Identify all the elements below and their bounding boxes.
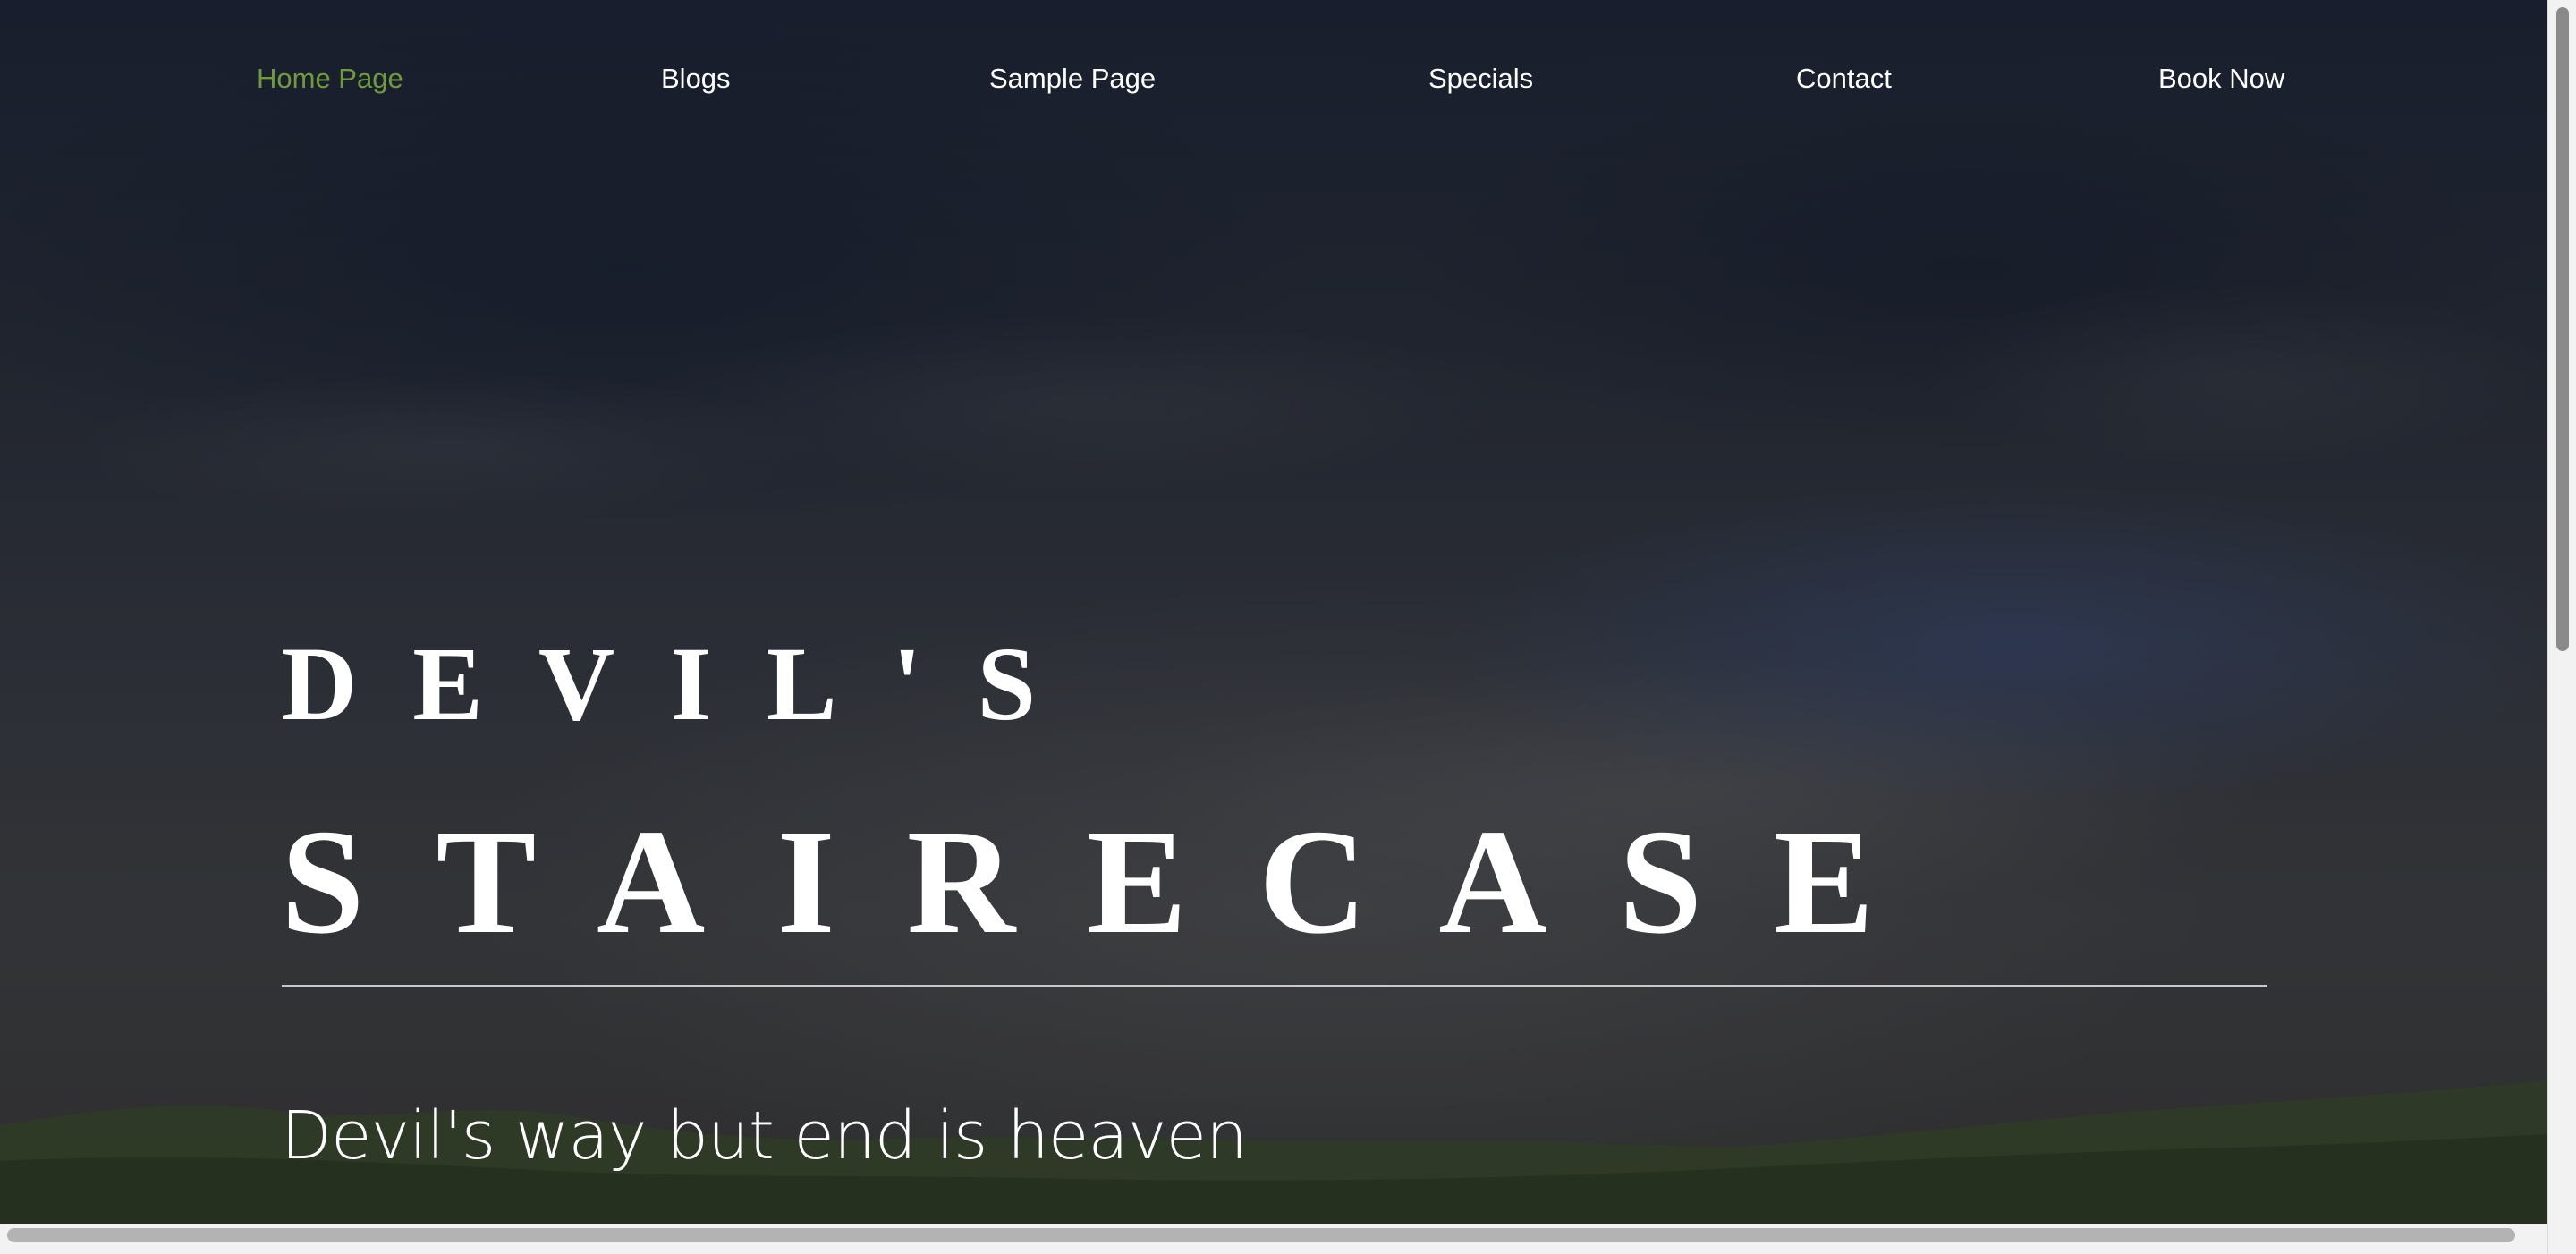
overlay-scrim bbox=[0, 0, 2547, 1224]
hero-divider bbox=[282, 985, 2267, 987]
hero-title-line1: DEVIL'S bbox=[281, 625, 1092, 742]
nav-sample-page[interactable]: Sample Page bbox=[989, 59, 1156, 98]
hero-tagline: Devil's way but end is heaven bbox=[281, 1097, 1248, 1174]
nav-blogs[interactable]: Blogs bbox=[661, 59, 731, 98]
vertical-scrollbar-thumb[interactable] bbox=[2556, 7, 2569, 651]
vertical-scrollbar[interactable] bbox=[2547, 0, 2576, 1254]
nav-book-now[interactable]: Book Now bbox=[2158, 59, 2284, 98]
hero-background: Home Page Blogs Sample Page Specials Con… bbox=[0, 0, 2547, 1224]
horizontal-scrollbar[interactable] bbox=[0, 1224, 2547, 1254]
main-navigation: Home Page Blogs Sample Page Specials Con… bbox=[0, 59, 2547, 98]
hero-title-line2: STAIRECASE bbox=[281, 799, 1946, 965]
nav-specials[interactable]: Specials bbox=[1428, 59, 1533, 98]
nav-home-page[interactable]: Home Page bbox=[257, 59, 403, 98]
nav-contact[interactable]: Contact bbox=[1796, 59, 1892, 98]
horizontal-scrollbar-thumb[interactable] bbox=[7, 1228, 2515, 1242]
